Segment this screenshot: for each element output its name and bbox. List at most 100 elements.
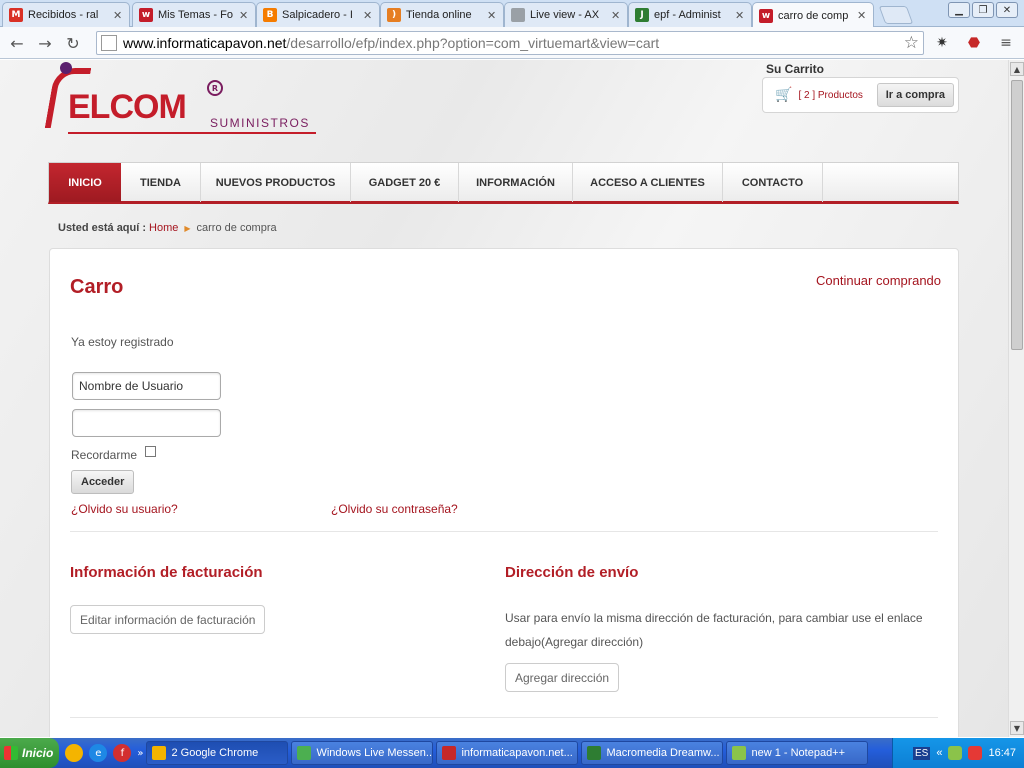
edit-billing-button[interactable]: Editar información de facturación — [70, 605, 266, 634]
browser-tab[interactable]: M Recibidos - ral ✕ — [2, 2, 130, 27]
tab-close-icon[interactable]: ✕ — [363, 9, 373, 22]
flash-quicklaunch-icon[interactable]: f — [113, 744, 132, 762]
url-host: www.informaticapavon.net — [123, 35, 287, 51]
add-address-button[interactable]: Agregar dirección — [505, 663, 620, 692]
taskbar-app-icon — [587, 746, 602, 760]
telcom-logo[interactable]: ELCOM R SUMINISTROS — [44, 60, 320, 138]
taskbar-button[interactable]: 2 Google Chrome — [146, 741, 289, 765]
maximize-icon[interactable]: ❐ — [972, 2, 994, 18]
browser-tab-title: carro de comp — [778, 9, 849, 22]
network-icon[interactable] — [948, 746, 963, 760]
taskbar-button-label: informaticapavon.net... — [461, 747, 573, 759]
browser-tab[interactable]: B Salpicadero - I ✕ — [256, 2, 380, 27]
taskbar-button[interactable]: Macromedia Dreamw... — [581, 741, 724, 765]
logo-subtitle: SUMINISTROS — [210, 116, 310, 130]
shipping-info-text: Usar para envío la misma dirección de fa… — [505, 611, 923, 649]
chrome-quicklaunch-icon[interactable] — [65, 744, 84, 762]
taskbar-button[interactable]: new 1 - Notepad++ — [726, 741, 869, 765]
browser-tab-title: Tienda online — [406, 9, 472, 21]
login-button[interactable]: Acceder — [71, 470, 135, 494]
tab-close-icon[interactable]: ✕ — [487, 9, 497, 22]
browser-tab[interactable]: Jepf - Administ ✕ — [628, 2, 752, 27]
browser-tab-strip: ▁ ❐ ✕ M Recibidos - ral ✕ w Mis Temas - Fo ✕ B… — [0, 0, 1024, 28]
new-tab-button[interactable] — [878, 6, 914, 24]
security-icon[interactable] — [968, 746, 983, 760]
already-registered-label: Ya estoy registrado — [71, 335, 174, 349]
tab-close-icon[interactable]: ✕ — [857, 9, 867, 22]
tab-close-icon[interactable]: ✕ — [611, 9, 621, 22]
menu-item[interactable]: INICIO — [49, 163, 121, 202]
language-indicator[interactable]: ES — [913, 746, 931, 760]
taskbar-app-icon — [152, 746, 167, 760]
blogger-icon: B — [263, 8, 277, 22]
taskbar-button-label: new 1 - Notepad++ — [751, 747, 846, 759]
menu-icon[interactable]: ≡ — [996, 33, 1016, 53]
forgot-password-link[interactable]: ¿Olvido su contraseña? — [331, 502, 458, 516]
forward-arrow-icon[interactable]: → — [34, 32, 56, 54]
browser-tab[interactable]: w carro de comp ✕ — [752, 2, 874, 28]
taskbar-button[interactable]: informaticapavon.net... — [436, 741, 579, 765]
browser-tab[interactable]: Live view - AX ✕ — [504, 2, 628, 27]
menu-item[interactable]: INFORMACIÓN — [459, 163, 573, 202]
breadcrumb-home-link[interactable]: Home — [149, 222, 178, 234]
adblock-icon[interactable]: ⬣ — [964, 33, 984, 53]
tab-close-icon[interactable]: ✕ — [735, 9, 745, 22]
main-menu: INICIO TIENDA NUEVOS PRODUCTOS GADGET 20 € I… — [48, 162, 959, 204]
page-scrollbar[interactable]: ▲ ▼ — [1008, 60, 1024, 737]
start-button[interactable]: Inicio — [0, 738, 60, 768]
tab-close-icon[interactable]: ✕ — [239, 9, 249, 22]
scroll-thumb[interactable] — [1011, 80, 1023, 350]
mini-cart: 🛒 [ 2 ] Productos Ir a compra — [762, 77, 959, 113]
scroll-down-icon[interactable]: ▼ — [1010, 721, 1024, 735]
browser-tab-title: Mis Temas - Fo — [158, 9, 233, 21]
taskbar-button-label: 2 Google Chrome — [171, 747, 259, 759]
go-to-checkout-button[interactable]: Ir a compra — [876, 83, 954, 107]
taskbar-button-label: Macromedia Dreamw... — [606, 747, 720, 759]
bug-extension-icon[interactable]: ✷ — [932, 33, 952, 53]
forgot-username-link[interactable]: ¿Olvido su usuario? — [71, 502, 178, 516]
task-buttons: 2 Google Chrome Windows Live Messen... inf… — [143, 741, 869, 765]
taskbar-button-label: Windows Live Messen... — [316, 747, 434, 759]
remember-me-checkbox[interactable] — [145, 445, 157, 457]
taskbar-app-icon — [732, 746, 747, 760]
menu-item[interactable]: CONTACTO — [723, 163, 823, 202]
remember-me-label: Recordarme — [71, 448, 138, 462]
mini-cart-title: Su Carrito — [766, 62, 825, 76]
section-divider — [70, 531, 938, 532]
windows-logo-icon — [4, 746, 18, 760]
browser-tab[interactable]: w Mis Temas - Fo ✕ — [132, 2, 256, 27]
minimize-icon[interactable]: ▁ — [948, 2, 970, 18]
username-input[interactable] — [72, 372, 221, 400]
url-path: /desarrollo/efp/index.php?option=com_vir… — [286, 35, 660, 51]
taskbar-app-icon — [442, 746, 457, 760]
ie-quicklaunch-icon[interactable]: e — [89, 744, 108, 762]
bookmark-star-icon[interactable]: ☆ — [904, 33, 919, 53]
menu-item[interactable]: GADGET 20 € — [351, 163, 459, 202]
joomla-icon: J — [635, 8, 649, 22]
tray-expand-icon[interactable]: « — [936, 747, 942, 759]
menu-item[interactable]: ACCESO A CLIENTES — [573, 163, 723, 202]
breadcrumb-current: carro de compra — [196, 222, 277, 234]
billing-title: Información de facturación — [70, 564, 263, 581]
taskbar-button[interactable]: Windows Live Messen... — [291, 741, 434, 765]
radio-icon: ) — [387, 8, 401, 22]
mini-cart-count[interactable]: [ 2 ] Productos — [798, 90, 876, 101]
scroll-up-icon[interactable]: ▲ — [1010, 62, 1024, 76]
browser-tab-title: Live view - AX — [530, 9, 600, 21]
address-bar[interactable]: www.informaticapavon.net/desarrollo/efp/… — [96, 31, 924, 55]
gmail-icon: M — [9, 8, 23, 22]
password-input[interactable] — [72, 409, 221, 437]
section-divider-bottom — [70, 717, 938, 718]
back-arrow-icon[interactable]: ← — [6, 32, 28, 54]
breadcrumb-label: Usted está aquí : — [58, 222, 147, 234]
continue-shopping-link[interactable]: Continuar comprando — [816, 273, 941, 288]
page-viewport: ELCOM R SUMINISTROS Su Carrito 🛒 [ 2 ] P… — [0, 60, 1008, 737]
menu-item[interactable]: TIENDA — [121, 163, 201, 202]
menu-item[interactable]: NUEVOS PRODUCTOS — [201, 163, 351, 202]
close-window-icon[interactable]: ✕ — [996, 2, 1018, 18]
telcom-icon: w — [139, 8, 153, 22]
browser-tab[interactable]: ) Tienda online ✕ — [380, 2, 504, 27]
reload-icon[interactable]: ↻ — [62, 32, 84, 54]
tab-close-icon[interactable]: ✕ — [113, 9, 123, 22]
browser-toolbar: ← → ↻ www.informaticapavon.net/desarroll… — [0, 27, 1024, 59]
